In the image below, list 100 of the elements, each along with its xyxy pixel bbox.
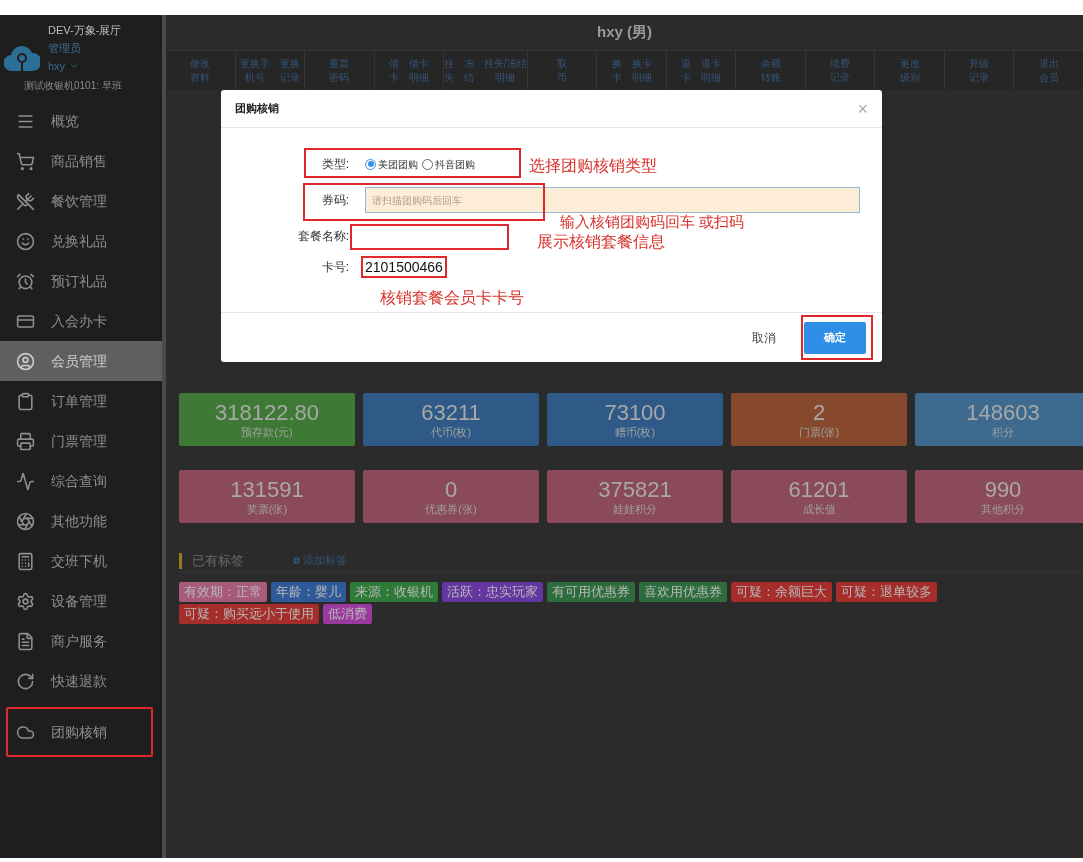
stat-value: 990 [984, 477, 1022, 502]
toolbar-button[interactable]: 借卡 明细 [408, 56, 429, 85]
stat-value: 2 [812, 400, 826, 425]
cancel-button[interactable]: 取消 [740, 321, 788, 354]
card-number: 2101500466 [361, 256, 447, 278]
tag: 有效期：正常 [179, 582, 267, 602]
user-dropdown[interactable]: hxy [42, 57, 80, 75]
stat-label: 优惠券(张) [425, 501, 477, 516]
annotation-note: 展示核销套餐信息 [537, 232, 665, 252]
stat-value: 61201 [788, 477, 850, 502]
pulse-icon [16, 471, 35, 491]
toolbar-button[interactable]: 借 卡 [388, 56, 399, 85]
sidebar-item[interactable]: 交班下机 [0, 541, 162, 581]
tag: 喜欢用优惠券 [639, 582, 727, 602]
toolbar-button[interactable]: 重置 密码 [329, 56, 350, 85]
user-role: 管理员 [47, 41, 82, 56]
sidebar-item[interactable]: 快速退款 [0, 661, 162, 701]
toolbar-button[interactable]: 冻 结 [464, 56, 475, 85]
stat-label: 成长值 [802, 501, 836, 516]
toolbar-button[interactable]: 退 卡 [681, 56, 692, 85]
tag: 有可用优惠券 [547, 582, 635, 602]
stat-label: 娃娃积分 [613, 501, 657, 516]
dialog-title: 团购核销 [235, 101, 279, 117]
toolbar-button[interactable]: 更改 级别 [899, 56, 920, 85]
tag: 年龄：婴儿 [271, 582, 346, 602]
utensils-icon [16, 191, 35, 211]
radio-option[interactable]: 抖音团购 [422, 156, 475, 172]
sidebar-item[interactable]: 商户服务 [0, 621, 162, 661]
section-title: 已有标签 [192, 551, 245, 570]
annotation-note: 核销套餐会员卡卡号 [380, 288, 524, 308]
tag: 可疑：退单较多 [836, 582, 937, 602]
stat-label: 赠币(枚) [614, 424, 656, 439]
sidebar-item[interactable]: 订单管理 [0, 381, 162, 421]
tag: 活跃：忠实玩家 [442, 582, 543, 602]
toolbar-button[interactable]: 更换 记录 [279, 56, 300, 85]
alarm-clock-icon [16, 271, 35, 291]
stat-label: 门票(张) [798, 424, 840, 439]
toolbar-button[interactable]: 换卡 明细 [631, 56, 652, 85]
venue-name: DEV-万象-展厅 [47, 23, 123, 38]
toolbar-button[interactable]: 挂 失 [444, 56, 455, 85]
stat-value: 0 [444, 477, 458, 502]
toolbar-button[interactable]: 取 币 [557, 56, 568, 85]
stat-label: 其他积分 [981, 501, 1025, 516]
member-title: hxy (男) [597, 22, 652, 43]
tag: 来源：收银机 [350, 582, 438, 602]
field-label: 卡号: [320, 259, 349, 276]
annotation-note: 输入核销团购码回车 或扫码 [560, 214, 745, 229]
sidebar-item[interactable]: 综合查询 [0, 461, 162, 501]
close-button[interactable]: × [857, 99, 868, 118]
sidebar-item[interactable]: 团购核销 [6, 707, 153, 757]
cloud-logo-icon [4, 43, 40, 73]
stat-label: 积分 [992, 424, 1014, 439]
confirm-button[interactable]: 确定 [804, 321, 866, 354]
field-label: 套餐名称: [296, 228, 349, 245]
radio-option[interactable]: 美团团购 [365, 156, 418, 172]
refresh-icon [16, 671, 35, 691]
stat-value: 73100 [604, 400, 666, 425]
document-icon [16, 631, 35, 651]
annotation-frame [801, 315, 873, 360]
plus-icon [292, 556, 301, 565]
tag: 可疑：购买远小于使用 [179, 604, 319, 624]
toolbar-button[interactable]: 余额 转账 [760, 56, 781, 85]
sidebar-item[interactable]: 商品销售 [0, 141, 162, 181]
toolbar-button[interactable]: 换 卡 [611, 56, 622, 85]
stat-value: 148603 [966, 400, 1040, 425]
toolbar-button[interactable]: 修改 资料 [190, 56, 211, 85]
stat-label: 代币(枚) [430, 424, 472, 439]
user-icon [16, 351, 35, 371]
sidebar-item[interactable]: 餐饮管理 [0, 181, 162, 221]
toolbar-button[interactable]: 升级 记录 [969, 56, 990, 85]
chevron-down-icon [69, 61, 80, 71]
sidebar-item[interactable]: 会员管理 [0, 341, 162, 381]
add-tag-link[interactable]: 添加标签 [292, 552, 347, 569]
field-label: 券码: [320, 192, 349, 209]
calculator-icon [16, 551, 35, 571]
coupon-code-input[interactable]: 请扫描团购码后回车 [365, 187, 860, 213]
toolbar-button[interactable]: 续费 记录 [830, 56, 851, 85]
stat-label: 预存款(元) [241, 424, 293, 439]
sidebar-item[interactable]: 入会办卡 [0, 301, 162, 341]
sidebar-item[interactable]: 预订礼品 [0, 261, 162, 301]
face-icon [16, 231, 35, 251]
sidebar-item[interactable]: 门票管理 [0, 421, 162, 461]
field-label: 类型: [320, 156, 349, 173]
toolbar-button[interactable]: 更换手 机号 [239, 56, 270, 85]
stat-value: 131591 [230, 477, 304, 502]
stat-value: 63211 [421, 400, 481, 425]
toolbar-button[interactable]: 退卡 明细 [701, 56, 722, 85]
aperture-icon [16, 511, 35, 531]
sidebar-item[interactable]: 兑换礼品 [0, 221, 162, 261]
sidebar-item[interactable]: 设备管理 [0, 581, 162, 621]
toolbar-button[interactable]: 挂失/冻结 明细 [484, 56, 527, 85]
sidebar-item[interactable]: 概览 [0, 101, 162, 141]
settings-icon [16, 591, 35, 611]
section-marker [179, 552, 182, 569]
annotation-note: 选择团购核销类型 [529, 156, 657, 176]
toolbar-button[interactable]: 退出 会员 [1038, 56, 1059, 85]
sidebar-item[interactable]: 其他功能 [0, 501, 162, 541]
clipboard-icon [16, 391, 35, 411]
stat-label: 奖票(张) [246, 501, 288, 516]
cart-icon [16, 151, 35, 171]
